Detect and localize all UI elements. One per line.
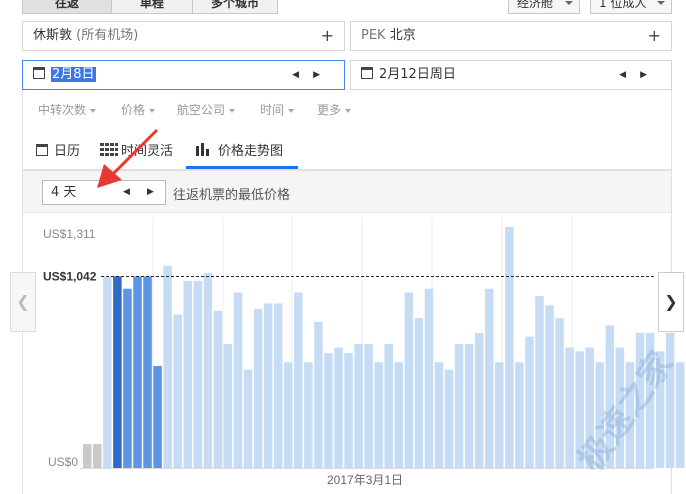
origin-field[interactable]: 休斯敦 (所有机场) + bbox=[22, 21, 345, 51]
destination-code: PEK bbox=[361, 28, 386, 43]
date-stepper-icon[interactable]: ◀▶ bbox=[292, 61, 334, 89]
chevron-down-icon bbox=[90, 108, 97, 113]
price-bar bbox=[675, 362, 685, 468]
tab-price-graph[interactable]: 价格走势图 bbox=[196, 140, 283, 159]
active-tab-underline bbox=[186, 166, 298, 169]
chevron-down-icon bbox=[229, 108, 236, 113]
return-date-field[interactable]: 2月12日周日 ◀▶ bbox=[350, 60, 672, 90]
filter-more[interactable]: 更多 bbox=[317, 101, 352, 118]
origin-detail: (所有机场) bbox=[76, 28, 139, 43]
filter-airline[interactable]: 航空公司 bbox=[177, 101, 236, 118]
passengers-label: 1 位成人 bbox=[599, 0, 647, 10]
passengers-dropdown[interactable]: 1 位成人 bbox=[590, 0, 672, 14]
trip-length-decrease-icon[interactable]: ◀ bbox=[123, 181, 130, 204]
destination-field[interactable]: PEK 北京 + bbox=[350, 21, 672, 51]
trip-length-value: 4 天 bbox=[51, 185, 77, 200]
bar-chart-icon bbox=[196, 143, 209, 156]
calendar-icon bbox=[33, 67, 45, 79]
calendar-icon bbox=[36, 144, 48, 156]
cabin-class-label: 经济舱 bbox=[517, 0, 554, 10]
chevron-down-icon bbox=[565, 1, 573, 5]
calendar-icon bbox=[361, 67, 373, 79]
cabin-class-dropdown[interactable]: 经济舱 bbox=[508, 0, 580, 14]
chevron-down-icon bbox=[149, 108, 156, 113]
depart-date-field[interactable]: 2月8日 ◀▶ bbox=[22, 60, 345, 90]
date-stepper-icon[interactable]: ◀▶ bbox=[619, 61, 661, 89]
tab-flexible-dates[interactable]: 时间灵活 bbox=[100, 140, 173, 159]
next-period-button[interactable]: ❯ bbox=[658, 272, 684, 332]
filter-time[interactable]: 时间 bbox=[260, 101, 295, 118]
tab-round-trip[interactable]: 往返 bbox=[22, 0, 112, 14]
tab-multi-city[interactable]: 多个城市 bbox=[192, 0, 278, 14]
filter-price[interactable]: 价格 bbox=[121, 101, 156, 118]
tab-calendar[interactable]: 日历 bbox=[36, 140, 80, 159]
chevron-down-icon bbox=[288, 108, 295, 113]
tab-one-way[interactable]: 单程 bbox=[111, 0, 193, 14]
return-date-value: 2月12日周日 bbox=[379, 67, 456, 82]
grid-icon bbox=[100, 143, 118, 156]
origin-city: 休斯敦 bbox=[33, 28, 73, 43]
plus-icon[interactable]: + bbox=[648, 22, 661, 50]
filter-stops[interactable]: 中转次数 bbox=[38, 101, 97, 118]
trip-length-increase-icon[interactable]: ▶ bbox=[147, 181, 154, 204]
chevron-down-icon bbox=[345, 108, 352, 113]
prev-period-button[interactable]: ❮ bbox=[10, 272, 36, 332]
depart-date-value: 2月8日 bbox=[51, 67, 96, 82]
destination-city: 北京 bbox=[389, 28, 416, 43]
chart-caption: 往返机票的最低价格 bbox=[173, 188, 291, 203]
plus-icon[interactable]: + bbox=[321, 22, 334, 50]
chevron-down-icon bbox=[657, 1, 665, 5]
trip-length-selector[interactable]: 4 天 ◀ ▶ bbox=[42, 180, 166, 205]
